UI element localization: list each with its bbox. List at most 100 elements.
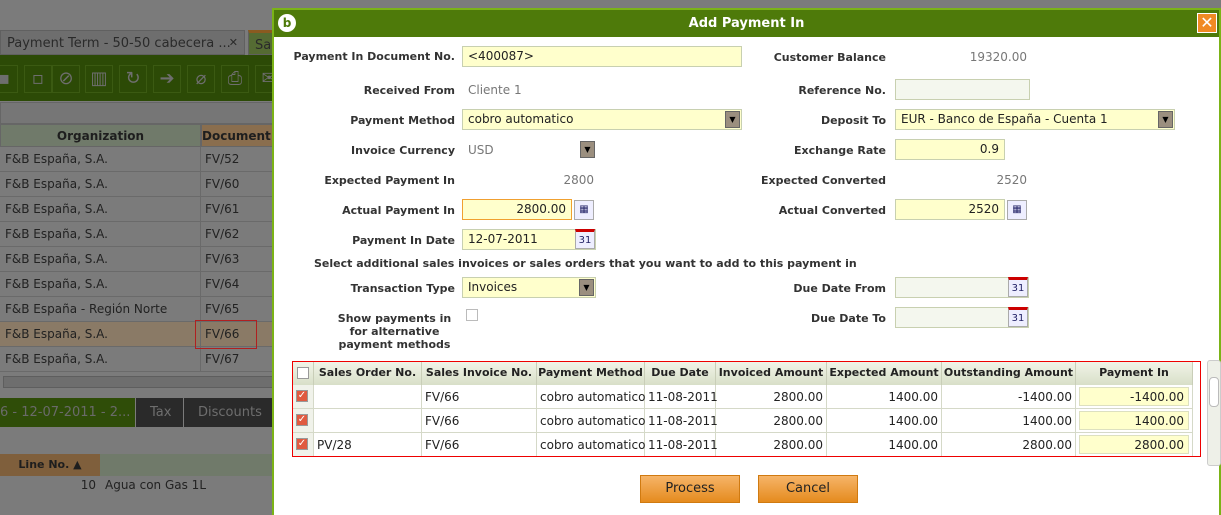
table-row[interactable]: F&B España, S.A. FV/62 [0, 222, 275, 247]
close-icon[interactable]: ✕ [1197, 13, 1217, 33]
subtab-header[interactable]: 6 - 12-07-2011 - 2... [0, 398, 135, 427]
column-header[interactable]: Payment Method [537, 362, 645, 385]
attach-icon[interactable]: ⌀ [187, 65, 215, 93]
table-row[interactable]: F&B España - Región Norte FV/65 [0, 297, 275, 322]
print-icon[interactable]: ⎙ [221, 65, 249, 93]
actual-converted-input[interactable]: 2520 [895, 199, 1005, 220]
row-checkbox[interactable]: ✓ [296, 438, 308, 450]
document-cell: FV/61 [205, 202, 240, 216]
deposit-to-label: Deposit To [820, 114, 886, 127]
tab-payment-term[interactable]: Payment Term - 50-50 cabecera ... ✕ [0, 30, 245, 55]
column-header[interactable]: Sales Invoice No. [422, 362, 537, 385]
grid-cell: 2800.00 [716, 385, 827, 409]
column-header-organization[interactable]: Organization [0, 124, 201, 147]
payment-date-label: Payment In Date [352, 234, 455, 247]
column-header[interactable]: Invoiced Amount [716, 362, 827, 385]
dropdown-arrow-icon[interactable]: ▼ [579, 279, 594, 296]
scrollbar-thumb[interactable] [1209, 377, 1219, 407]
save-icon[interactable]: ▪ [0, 65, 18, 93]
calculator-icon[interactable]: ▦ [1007, 200, 1027, 220]
document-cell: FV/62 [205, 227, 240, 241]
vertical-scrollbar[interactable] [1207, 360, 1221, 466]
cancel-button[interactable]: Cancel [758, 475, 858, 503]
refresh-icon[interactable]: ↻ [119, 65, 147, 93]
column-header[interactable]: Expected Amount [827, 362, 942, 385]
save-close-icon[interactable]: ▫ [24, 65, 52, 93]
grid-cell: FV/66 [422, 385, 537, 409]
subtab-tax[interactable]: Tax [136, 398, 183, 427]
invoices-grid: Sales Order No. Sales Invoice No. Payment … [292, 361, 1201, 457]
actual-payment-input[interactable]: 2800.00 [462, 199, 572, 220]
due-from-input[interactable]: 31 [895, 277, 1029, 298]
reference-input[interactable] [895, 79, 1030, 100]
row-checkbox[interactable]: ✓ [296, 390, 308, 402]
calendar-icon[interactable]: 31 [575, 229, 595, 249]
column-header[interactable]: Due Date [645, 362, 716, 385]
add-payment-dialog: b Add Payment In ✕ Payment In Document N… [272, 8, 1221, 515]
currency-dropdown-icon[interactable]: ▼ [580, 141, 595, 158]
organization-cell: F&B España, S.A. [5, 177, 108, 191]
payment-in-cell: 2800.00 [1076, 433, 1193, 456]
organization-cell: F&B España, S.A. [5, 352, 108, 366]
calculator-icon[interactable]: ▦ [574, 200, 594, 220]
select-all-checkbox[interactable] [297, 367, 309, 379]
table-row[interactable]: F&B España, S.A. FV/67 [0, 347, 275, 372]
delete-icon[interactable]: ▥ [85, 65, 113, 93]
column-header-document[interactable]: Document N [201, 124, 276, 147]
dialog-titlebar: b Add Payment In ✕ [274, 10, 1219, 37]
column-header[interactable]: Outstanding Amount [942, 362, 1076, 385]
received-from-label: Received From [363, 84, 455, 97]
table-row[interactable]: F&B España, S.A. FV/60 [0, 172, 275, 197]
table-row[interactable]: F&B España, S.A. FV/64 [0, 272, 275, 297]
close-tab-icon[interactable]: ✕ [229, 36, 238, 49]
customer-balance-label: Customer Balance [773, 51, 886, 64]
transaction-type-select[interactable]: Invoices ▼ [462, 277, 596, 298]
due-from-label: Due Date From [793, 282, 886, 295]
deposit-to-select[interactable]: EUR - Banco de España - Cuenta 1 ▼ [895, 109, 1175, 130]
column-header[interactable]: Sales Order No. [314, 362, 422, 385]
grid-cell: cobro automatico [537, 433, 645, 456]
process-button[interactable]: Process [640, 475, 740, 503]
organization-cell: F&B España, S.A. [5, 227, 108, 241]
payment-date-input[interactable]: 12-07-2011 31 [462, 229, 596, 250]
payment-method-value: cobro automatico [468, 112, 574, 126]
line-product: Agua con Gas 1L [105, 478, 206, 492]
invoice-currency-value: USD [468, 143, 494, 157]
filter-row[interactable] [0, 102, 275, 124]
transaction-type-value: Invoices [468, 280, 518, 294]
subtab-discounts[interactable]: Discounts [184, 398, 275, 427]
column-header-blank [100, 454, 275, 476]
undo-icon[interactable]: ⊘ [52, 65, 80, 93]
calendar-icon[interactable]: 31 [1008, 277, 1028, 297]
payment-in-input[interactable]: -1400.00 [1079, 387, 1189, 406]
grid-cell: 2800.00 [716, 409, 827, 433]
table-row[interactable]: F&B España, S.A. FV/52 [0, 147, 275, 172]
exchange-rate-input[interactable]: 0.9 [895, 139, 1005, 160]
app-logo-icon: b [278, 14, 296, 32]
column-header-line-no[interactable]: Line No. ▲ [0, 454, 100, 476]
payment-in-input[interactable]: 2800.00 [1079, 435, 1189, 454]
table-row[interactable]: F&B España, S.A. FV/63 [0, 247, 275, 272]
grid-cell: cobro automatico [537, 409, 645, 433]
grid-cell [314, 385, 422, 409]
grid-cell: 1400.00 [827, 409, 942, 433]
row-checkbox[interactable]: ✓ [296, 414, 308, 426]
grid-cell: cobro automatico [537, 385, 645, 409]
organization-cell: F&B España, S.A. [5, 202, 108, 216]
export-icon[interactable]: ➔ [153, 65, 181, 93]
dropdown-arrow-icon[interactable]: ▼ [1158, 111, 1173, 128]
grid-cell: 11-08-2011 [645, 433, 718, 456]
due-to-input[interactable]: 31 [895, 307, 1029, 328]
column-header[interactable]: Payment In [1076, 362, 1193, 385]
show-alt-checkbox[interactable] [466, 309, 478, 321]
table-row[interactable]: F&B España, S.A. FV/61 [0, 197, 275, 222]
document-cell: FV/63 [205, 252, 240, 266]
document-cell: FV/67 [205, 352, 240, 366]
grid-cell: 1400.00 [827, 385, 942, 409]
payment-in-input[interactable]: 1400.00 [1079, 411, 1189, 430]
exchange-rate-label: Exchange Rate [794, 144, 886, 157]
reference-label: Reference No. [798, 84, 886, 97]
customer-balance-value: 19320.00 [969, 50, 1027, 64]
horizontal-scrollbar[interactable] [3, 376, 275, 388]
calendar-icon[interactable]: 31 [1008, 307, 1028, 327]
